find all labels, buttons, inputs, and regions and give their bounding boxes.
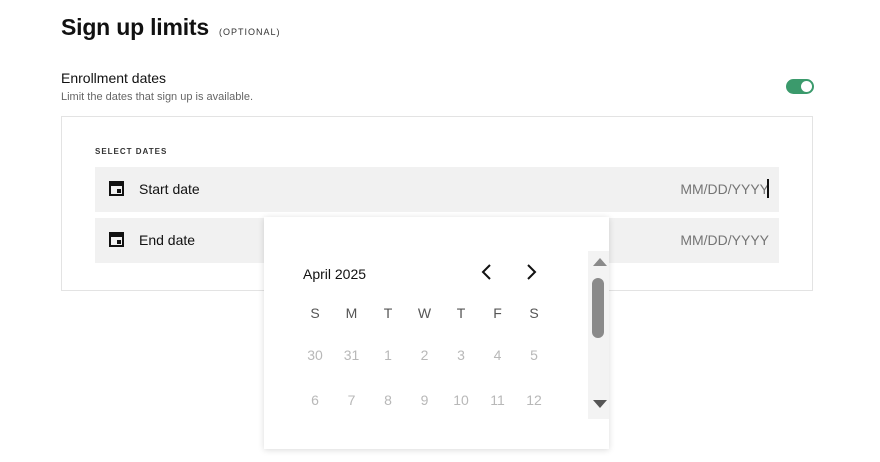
toggle-knob [801,81,812,92]
weekday-label: S [310,305,320,321]
calendar-day[interactable]: 9 [407,392,443,408]
calendar-day[interactable]: 4 [480,347,516,363]
calendar-day[interactable]: 30 [297,347,333,363]
calendar-day[interactable]: 2 [407,347,443,363]
scroll-down-arrow-icon[interactable] [593,400,607,408]
calendar-day[interactable]: 10 [443,392,479,408]
weekday-label: F [493,305,502,321]
enrollment-toggle[interactable] [786,79,814,94]
calendar-day[interactable]: 8 [370,392,406,408]
text-cursor [767,179,769,198]
weekday-label: T [456,305,466,321]
end-date-label: End date [139,232,196,248]
calendar-day[interactable]: 31 [334,347,370,363]
weekday-label: T [383,305,393,321]
end-date-input[interactable] [629,232,769,248]
select-dates-label: SELECT DATES [95,147,168,156]
optional-tag: (OPTIONAL) [218,27,281,37]
calendar-day[interactable]: 12 [516,392,552,408]
calendar-day[interactable]: 6 [297,392,333,408]
calendar-day[interactable]: 3 [443,347,479,363]
scrollbar-thumb[interactable] [592,278,604,338]
weekday-label: M [345,305,358,321]
enrollment-label: Enrollment dates [61,70,167,86]
datepicker-popup: April 2025 S M T W T F S 30 31 1 2 3 4 5… [264,217,609,449]
calendar-day[interactable]: 1 [370,347,406,363]
start-date-label: Start date [139,181,200,197]
calendar-day[interactable]: 5 [516,347,552,363]
section-header: Sign up limits (OPTIONAL) [61,14,281,41]
scrollbar[interactable] [588,251,609,419]
scroll-up-arrow-icon[interactable] [593,258,607,266]
start-date-field[interactable]: Start date [95,167,779,212]
calendar-icon [109,232,124,247]
enrollment-description: Limit the dates that sign up is availabl… [61,91,254,103]
start-date-input[interactable] [629,181,769,197]
chevron-right-icon[interactable] [522,261,540,283]
calendar-icon [109,181,124,196]
weekday-label: W [417,305,432,321]
month-label: April 2025 [303,266,367,282]
calendar-day[interactable]: 7 [334,392,370,408]
weekday-label: S [529,305,539,321]
calendar-day[interactable]: 11 [480,392,516,408]
page-title: Sign up limits [61,14,209,40]
chevron-left-icon[interactable] [478,261,496,283]
